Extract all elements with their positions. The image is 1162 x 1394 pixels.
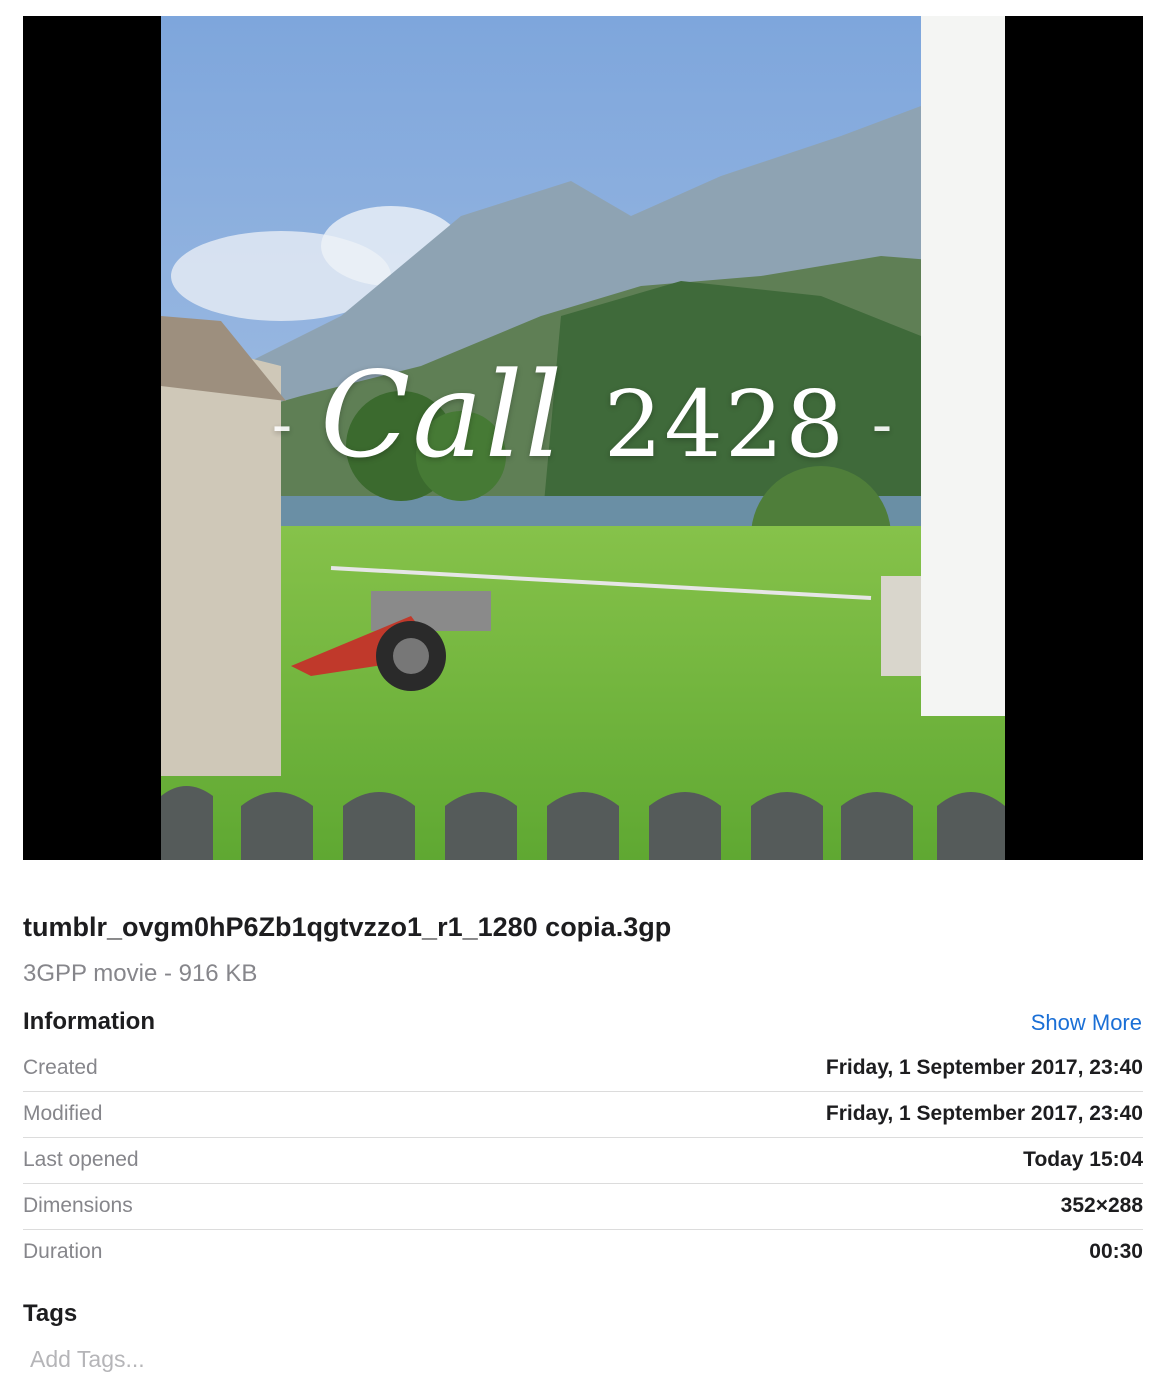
info-value: Friday, 1 September 2017, 23:40: [825, 1102, 1143, 1125]
video-overlay-title: - Call 2428-: [161, 346, 1005, 484]
info-label: Dimensions: [23, 1194, 133, 1217]
add-tags-field[interactable]: [28, 1345, 632, 1374]
info-value: Today 15:04: [1023, 1148, 1143, 1171]
file-name: tumblr_ovgm0hP6Zb1qgtvzzo1_r1_1280 copia…: [23, 912, 672, 942]
info-row-last-opened: Last opened Today 15:04: [23, 1138, 1143, 1184]
info-label: Last opened: [23, 1148, 139, 1171]
tags-heading: Tags: [23, 1300, 78, 1327]
overlay-dash-left: -: [271, 390, 295, 461]
overlay-dash-right: -: [871, 390, 895, 461]
video-frame: - Call 2428-: [161, 16, 1005, 860]
overlay-number: 2428: [603, 371, 846, 478]
info-value: 00:30: [1089, 1240, 1143, 1263]
video-preview[interactable]: - Call 2428-: [23, 16, 1143, 860]
info-label: Modified: [23, 1102, 103, 1125]
info-row-created: Created Friday, 1 September 2017, 23:40: [23, 1046, 1143, 1092]
info-value: 352×288: [1060, 1194, 1143, 1217]
show-more-link[interactable]: Show More: [1031, 1010, 1142, 1036]
overlay-word: Call: [320, 346, 565, 484]
info-row-dimensions: Dimensions 352×288: [23, 1184, 1143, 1230]
info-label: Created: [23, 1056, 98, 1079]
information-table: Created Friday, 1 September 2017, 23:40 …: [23, 1046, 1143, 1275]
info-row-duration: Duration 00:30: [23, 1230, 1143, 1275]
info-row-modified: Modified Friday, 1 September 2017, 23:40: [23, 1092, 1143, 1138]
info-value: Friday, 1 September 2017, 23:40: [825, 1056, 1143, 1079]
file-kind-size: 3GPP movie - 916 KB: [23, 960, 258, 987]
information-heading: Information: [23, 1008, 155, 1035]
info-label: Duration: [23, 1240, 103, 1263]
